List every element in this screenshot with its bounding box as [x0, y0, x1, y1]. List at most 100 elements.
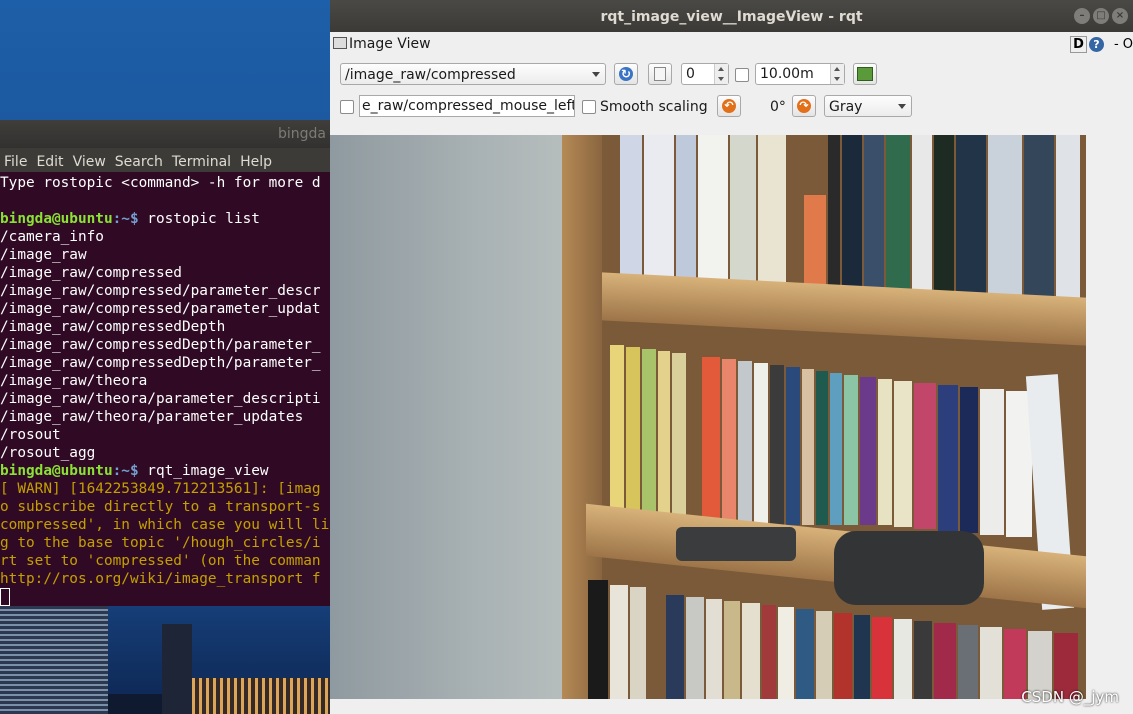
- spinbox-arrows-icon[interactable]: [714, 64, 728, 84]
- image-camera-case: [676, 527, 796, 561]
- zoom-1-button[interactable]: [648, 63, 672, 85]
- image-book: [630, 587, 646, 699]
- image-book: [960, 387, 978, 533]
- image-book: [702, 357, 720, 525]
- terminal-prompt-line: bingda@ubuntu:~$ rqt_image_view: [0, 462, 330, 480]
- dock-dock-button[interactable]: D: [1070, 36, 1087, 53]
- terminal-window[interactable]: bingda File Edit View Search Terminal Help Ty…: [0, 120, 330, 606]
- max-range-spinbox[interactable]: 10.00m: [755, 63, 845, 85]
- image-book: [830, 373, 842, 525]
- image-book: [816, 371, 828, 525]
- image-book: [762, 605, 776, 699]
- dock-options-button[interactable]: - O: [1114, 37, 1133, 52]
- help-icon[interactable]: ?: [1088, 37, 1104, 52]
- image-book: [980, 627, 1002, 699]
- refresh-topics-button[interactable]: ↻: [614, 63, 638, 85]
- spinbox-arrows-icon[interactable]: [830, 64, 844, 84]
- image-book: [934, 623, 956, 699]
- chevron-down-icon: [592, 72, 600, 77]
- terminal-line: /image_raw/compressed: [0, 265, 182, 281]
- image-book: [844, 375, 858, 525]
- terminal-line: /image_raw/theora: [0, 373, 148, 389]
- dynamic-range-checkbox[interactable]: [735, 68, 749, 82]
- prompt-command: rqt_image_view: [138, 463, 269, 479]
- terminal-line: /image_raw/compressedDepth/parameter_: [0, 355, 321, 371]
- image-book: [672, 353, 686, 525]
- terminal-line: /image_raw: [0, 247, 87, 263]
- color-scheme-select[interactable]: Gray: [824, 95, 912, 117]
- image-book: [676, 135, 696, 295]
- camera-image[interactable]: [330, 135, 1086, 699]
- image-book: [914, 621, 932, 699]
- image-book: [894, 619, 912, 699]
- wallpaper-building: [192, 678, 330, 714]
- menu-edit[interactable]: Edit: [36, 154, 63, 170]
- terminal-warning-line: [ WARN] [1642253849.712213561]: [imag: [0, 481, 321, 497]
- topic-select[interactable]: /image_raw/compressed: [340, 63, 606, 85]
- image-book: [742, 603, 760, 699]
- terminal-warning-line: compressed', in which case you will li: [0, 517, 330, 533]
- mouse-topic-value: e_raw/compressed_mouse_left: [362, 98, 575, 114]
- image-book: [626, 347, 640, 525]
- rotate-left-button[interactable]: ↶: [717, 95, 741, 117]
- image-book: [878, 379, 892, 525]
- zoom-spinbox[interactable]: 0: [681, 63, 729, 85]
- image-book: [588, 580, 608, 699]
- mouse-topic-input[interactable]: e_raw/compressed_mouse_left: [359, 95, 575, 117]
- desktop-wallpaper: [0, 606, 330, 714]
- wallpaper-building: [0, 606, 108, 714]
- image-book: [834, 613, 852, 699]
- max-range-value: 10.00m: [760, 66, 814, 82]
- save-image-button[interactable]: [853, 63, 877, 85]
- image-book: [724, 601, 740, 699]
- menu-search[interactable]: Search: [115, 154, 163, 170]
- dock-title-label: Image View: [349, 36, 431, 52]
- rqt-window[interactable]: rqt_image_view__ImageView - rqt – □ × Im…: [330, 0, 1133, 714]
- image-book: [980, 389, 1004, 535]
- menu-terminal[interactable]: Terminal: [172, 154, 231, 170]
- dock-controls: D ? - O: [1070, 36, 1133, 53]
- prompt-user: bingda@ubuntu: [0, 463, 113, 479]
- menu-file[interactable]: File: [4, 154, 27, 170]
- terminal-line: /image_raw/compressed/parameter_updat: [0, 301, 321, 317]
- terminal-line: Type rostopic <command> -h for more d: [0, 175, 321, 191]
- image-book: [738, 361, 752, 525]
- dock-title[interactable]: Image View: [330, 36, 431, 52]
- zoom-spinbox-value: 0: [686, 66, 695, 82]
- csdn-watermark: CSDN @_jym: [1021, 688, 1119, 706]
- menu-help[interactable]: Help: [240, 154, 272, 170]
- rotate-right-button[interactable]: ↷: [792, 95, 816, 117]
- image-book: [778, 607, 794, 699]
- terminal-line: /rosout: [0, 427, 61, 443]
- terminal-cursor-line: [0, 588, 330, 606]
- wallpaper-building: [108, 694, 162, 714]
- image-book: [816, 611, 832, 699]
- terminal-line: /image_raw/theora/parameter_descripti: [0, 391, 321, 407]
- image-book: [610, 585, 628, 699]
- terminal-line: /image_raw/compressedDepth: [0, 319, 226, 335]
- image-book: [698, 135, 728, 295]
- maximize-button[interactable]: □: [1093, 8, 1109, 24]
- window-title: rqt_image_view__ImageView - rqt: [600, 9, 863, 25]
- publish-mouse-checkbox[interactable]: [340, 100, 354, 114]
- smooth-scaling-checkbox[interactable]: [582, 100, 596, 114]
- prompt-path: :~$: [112, 211, 139, 227]
- image-book: [644, 135, 674, 290]
- terminal-line: /image_raw/theora/parameter_updates: [0, 409, 304, 425]
- terminal-warning-line: http://ros.org/wiki/image_transport f: [0, 571, 321, 587]
- terminal-titlebar[interactable]: bingda: [0, 120, 330, 148]
- close-button[interactable]: ×: [1112, 8, 1128, 24]
- image-book: [796, 609, 814, 699]
- terminal-prompt-line: bingda@ubuntu:~$ rostopic list: [0, 210, 330, 228]
- terminal-cursor: [0, 588, 10, 606]
- rqt-titlebar[interactable]: rqt_image_view__ImageView - rqt – □ ×: [330, 0, 1133, 32]
- image-book: [758, 135, 786, 305]
- color-scheme-value: Gray: [829, 99, 863, 115]
- minimize-button[interactable]: –: [1074, 8, 1090, 24]
- image-book: [706, 599, 722, 699]
- terminal-output[interactable]: Type rostopic <command> -h for more d bi…: [0, 172, 330, 606]
- menu-view[interactable]: View: [73, 154, 106, 170]
- image-book: [642, 349, 656, 525]
- image-book: [938, 385, 958, 531]
